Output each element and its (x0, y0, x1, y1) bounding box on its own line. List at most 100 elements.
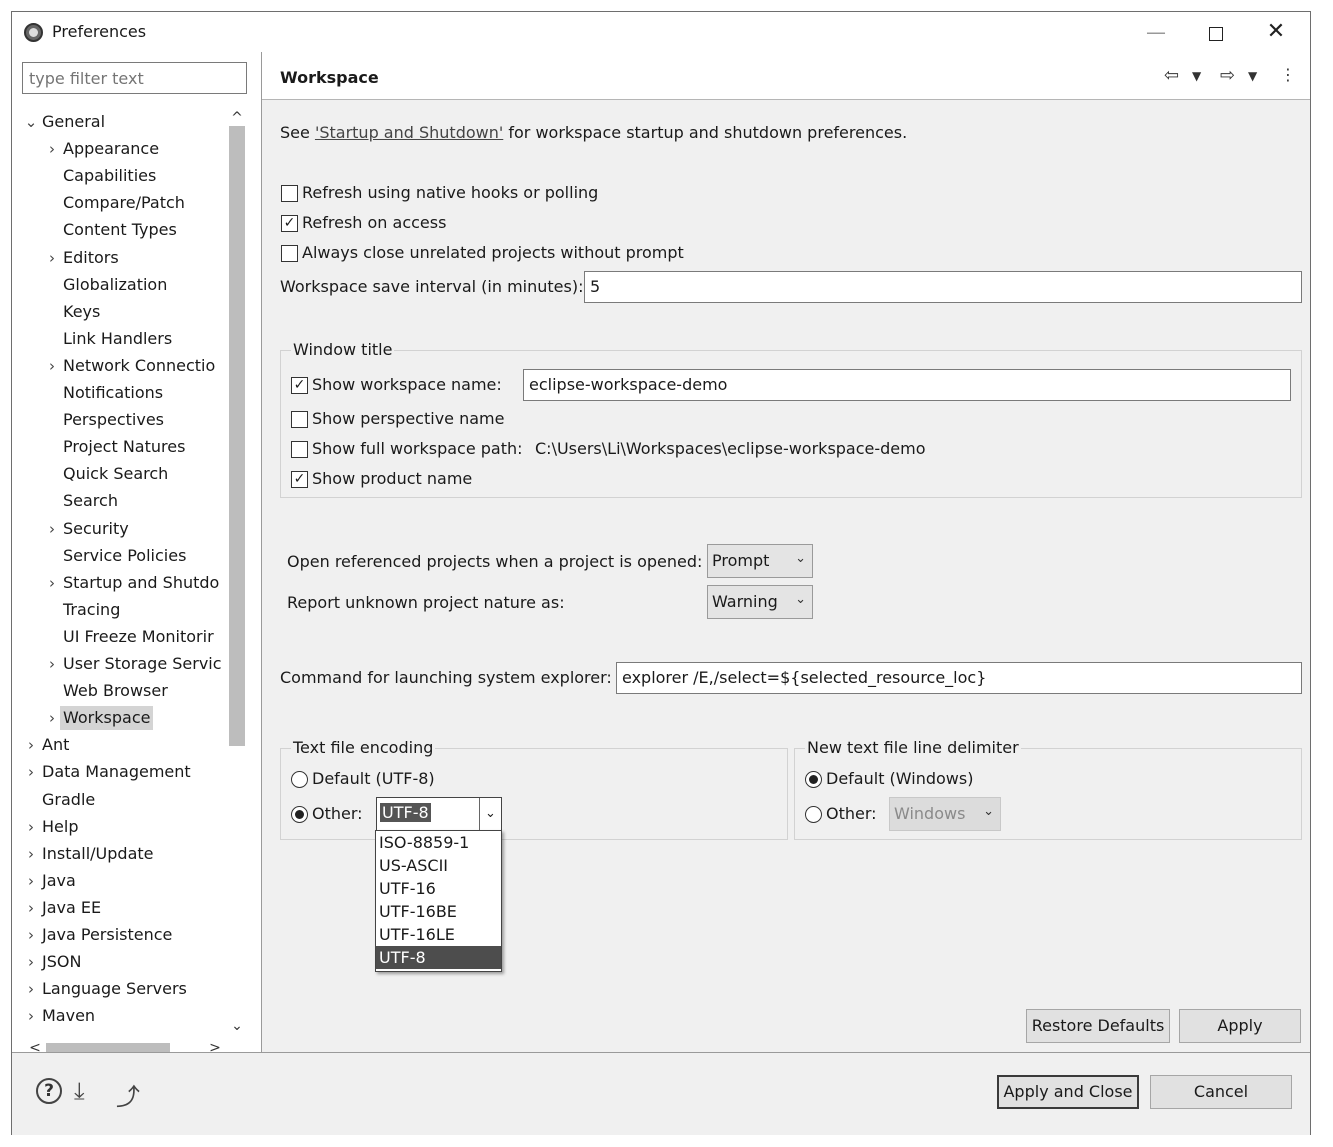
tree-item[interactable]: › Network Connectio (24, 354, 226, 378)
chevron-right-icon[interactable]: › (24, 815, 38, 839)
show-product-name-checkbox[interactable]: ✓ (291, 471, 308, 488)
chevron-right-icon[interactable]: › (24, 733, 38, 757)
help-icon[interactable]: ? (36, 1078, 62, 1104)
tree-item[interactable]: › Workspace (24, 706, 226, 731)
tree-item[interactable]: Compare/Patch (24, 191, 226, 215)
tree-item[interactable]: Globalization (24, 273, 226, 297)
encoding-option[interactable]: ISO-8859-1 (376, 831, 501, 854)
chevron-right-icon[interactable]: › (24, 896, 38, 920)
chevron-right-icon[interactable]: › (24, 1004, 38, 1028)
chevron-right-icon[interactable]: › (45, 354, 59, 378)
open-referenced-select[interactable]: Prompt ⌄ (707, 544, 813, 578)
apply-and-close-button[interactable]: Apply and Close (997, 1075, 1139, 1109)
tree-item[interactable]: Notifications (24, 381, 226, 405)
minimize-button[interactable]: — (1136, 18, 1176, 46)
tree-item[interactable]: › Install/Update (24, 842, 226, 866)
import-icon[interactable]: ⤓ (74, 1077, 85, 1105)
scroll-down-icon[interactable]: ⌄ (226, 1018, 248, 1034)
chevron-right-icon[interactable]: › (45, 571, 59, 595)
chevron-right-icon[interactable]: › (45, 137, 59, 161)
tree-item[interactable]: › User Storage Servic (24, 652, 226, 676)
forward-dropdown-icon[interactable]: ▼ (1248, 69, 1257, 83)
tree-item[interactable]: › Appearance (24, 137, 226, 161)
tree-item[interactable]: Content Types (24, 218, 226, 242)
delimiter-other-radio[interactable] (805, 806, 822, 823)
chevron-right-icon[interactable]: › (45, 652, 59, 676)
back-dropdown-icon[interactable]: ▼ (1192, 69, 1201, 83)
apply-button[interactable]: Apply (1179, 1009, 1301, 1043)
scroll-thumb[interactable] (229, 126, 245, 746)
refresh-access-checkbox[interactable]: ✓ (281, 215, 298, 232)
tree-item[interactable]: Project Natures (24, 435, 226, 459)
tree-item[interactable]: ⌄ General (24, 110, 226, 134)
chevron-right-icon[interactable]: › (45, 246, 59, 270)
chevron-down-icon[interactable]: ⌄ (479, 798, 501, 830)
scroll-up-icon[interactable]: ^ (226, 110, 248, 126)
export-icon[interactable]: ⤴ (116, 1077, 140, 1112)
tree-item[interactable]: Quick Search (24, 462, 226, 486)
chevron-right-icon[interactable]: › (45, 706, 59, 730)
report-unknown-select[interactable]: Warning ⌄ (707, 585, 813, 619)
chevron-right-icon[interactable]: › (24, 977, 38, 1001)
encoding-option[interactable]: UTF-16LE (376, 923, 501, 946)
cancel-button[interactable]: Cancel (1150, 1075, 1292, 1109)
show-workspace-name-checkbox[interactable]: ✓ (291, 377, 308, 394)
tree-item[interactable]: Perspectives (24, 408, 226, 432)
tree-item[interactable]: Web Browser (24, 679, 226, 703)
close-button[interactable]: ✕ (1256, 18, 1296, 46)
tree-item-label: Perspectives (63, 410, 164, 430)
tree-item[interactable]: › Editors (24, 246, 226, 270)
tree-item[interactable]: › Java Persistence (24, 923, 226, 947)
chevron-right-icon[interactable]: › (24, 923, 38, 947)
encoding-option[interactable]: UTF-16 (376, 877, 501, 900)
refresh-native-checkbox[interactable] (281, 185, 298, 202)
tree-item[interactable]: › Language Servers (24, 977, 226, 1001)
save-interval-input[interactable]: 5 (584, 271, 1302, 303)
chevron-right-icon[interactable]: › (24, 869, 38, 893)
show-full-path-checkbox[interactable] (291, 441, 308, 458)
show-perspective-name-checkbox[interactable] (291, 411, 308, 428)
tree-item[interactable]: › Help (24, 815, 226, 839)
tree-item[interactable]: › Java (24, 869, 226, 893)
encoding-default-radio[interactable] (291, 771, 308, 788)
tree-item[interactable]: Capabilities (24, 164, 226, 188)
back-icon[interactable]: ⇦ (1164, 65, 1179, 86)
delimiter-default-radio[interactable] (805, 771, 822, 788)
tree-item[interactable]: UI Freeze Monitorir (24, 625, 226, 649)
tree-item[interactable]: › Data Management (24, 760, 226, 784)
command-input[interactable]: explorer /E,/select=${selected_resource_… (616, 662, 1302, 694)
delimiter-select[interactable]: Windows ⌄ (889, 797, 1001, 831)
chevron-right-icon[interactable]: › (24, 950, 38, 974)
tree-vertical-scrollbar[interactable]: ^ ⌄ (226, 110, 248, 1042)
tree-item[interactable]: › Security (24, 517, 226, 541)
encoding-other-radio[interactable] (291, 806, 308, 823)
encoding-option[interactable]: US-ASCII (376, 854, 501, 877)
maximize-button[interactable] (1196, 18, 1236, 46)
tree-item[interactable]: Gradle (24, 788, 226, 812)
tree-item[interactable]: Service Policies (24, 544, 226, 568)
tree-item[interactable]: › Maven (24, 1004, 226, 1028)
chevron-right-icon[interactable]: › (24, 760, 38, 784)
tree-item[interactable]: › Java EE (24, 896, 226, 920)
chevron-right-icon[interactable]: › (24, 842, 38, 866)
encoding-select[interactable]: UTF-8 ⌄ (376, 797, 502, 831)
tree-item[interactable]: › Ant (24, 733, 226, 757)
tree-item[interactable]: › Startup and Shutdo (24, 571, 226, 595)
tree-item[interactable]: Link Handlers (24, 327, 226, 351)
encoding-option[interactable]: UTF-16BE (376, 900, 501, 923)
filter-input[interactable] (22, 62, 247, 94)
tree-item[interactable]: › JSON (24, 950, 226, 974)
tree-item[interactable]: Search (24, 489, 226, 513)
restore-defaults-button[interactable]: Restore Defaults (1026, 1009, 1170, 1043)
chevron-right-icon[interactable]: › (45, 517, 59, 541)
tree-item-label: Network Connectio (63, 355, 216, 375)
tree-item[interactable]: Tracing (24, 598, 226, 622)
always-close-checkbox[interactable] (281, 245, 298, 262)
startup-shutdown-link[interactable]: 'Startup and Shutdown' (315, 123, 503, 142)
forward-icon[interactable]: ⇨ (1220, 65, 1235, 86)
view-menu-icon[interactable]: ⋮ (1280, 65, 1296, 84)
encoding-option[interactable]: UTF-8 (376, 946, 501, 969)
chevron-down-icon[interactable]: ⌄ (24, 110, 38, 134)
workspace-name-input[interactable]: eclipse-workspace-demo (523, 369, 1291, 401)
tree-item[interactable]: Keys (24, 300, 226, 324)
